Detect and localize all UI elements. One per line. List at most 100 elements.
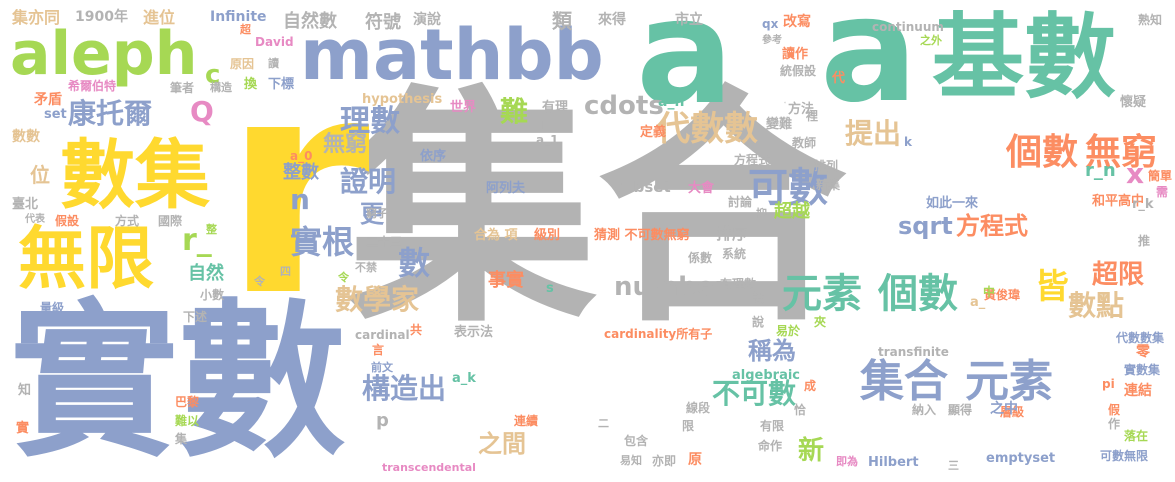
word: 懷疑 [1120,95,1147,110]
word: 元素 [965,356,1053,407]
word: Q [190,95,214,128]
word: 阿列夫 [486,181,526,196]
word: David [255,35,294,49]
word: 元素 [782,271,862,317]
word: 方程式 [734,153,771,167]
word: 定義 [640,125,667,140]
word: 希爾伯特 [68,79,117,93]
word: 整 [206,223,217,236]
word: 知 [18,383,32,398]
word: s [546,281,554,296]
word: 命作 [758,439,783,453]
word: 小數 [200,288,225,302]
word: 皆 [1035,267,1069,307]
word: 連結 [1124,383,1152,399]
word: 成 [804,379,817,393]
word: 構造出 [362,372,447,405]
word: algebraic [732,368,801,383]
word: k [904,135,912,149]
word: 讀 [268,57,279,70]
word: 自然數 [283,11,337,32]
word: cardinality所有子 [604,327,713,341]
word: 易於 [776,324,801,338]
word: 代數數集 [1116,331,1165,345]
word: 演說 [413,12,441,28]
word: 假 [1108,403,1121,417]
word: 顯得 [948,403,973,417]
word: 量級 [40,301,65,315]
word: qx [762,17,779,31]
word: 納入 [912,403,937,417]
word: 亦即 [652,454,677,468]
word: 代表 [25,214,45,225]
word: 三 [948,459,959,472]
word: 事實 [488,270,524,291]
word: 前文 [371,361,393,374]
word: subset [614,178,671,196]
word: 參考 [762,35,782,46]
word: 新 [798,436,825,466]
word: 臺北 [12,197,39,212]
word: 之中 [990,401,1018,417]
word: 排序 [716,224,749,243]
word: aleph [10,19,198,89]
word: a_n [658,94,685,110]
word: 證明 [340,165,397,198]
word: 需 [1156,185,1169,199]
word: 變難 [766,117,793,132]
word: 作 [1108,417,1121,431]
word: 數數 [12,129,40,145]
word: cdots [584,91,664,121]
word: 設 [752,291,765,305]
word: 合為 項 [474,228,518,243]
word: 無限 [18,220,155,299]
word: 之外 [920,34,942,47]
word: 實 [16,421,30,436]
word: 位 [30,163,50,187]
word: 無窮 [323,132,368,157]
word: 線段 [686,401,711,415]
word: 巴黎 [175,395,200,409]
word: 四 [280,265,291,278]
word: 如此一來 [926,196,979,211]
word: 數點 [1068,289,1125,322]
word: 窮子 [366,207,388,220]
word: emptyset [986,451,1056,466]
word: set [44,107,67,122]
word: 難以 [175,414,200,428]
word: continuum [872,20,944,34]
word: 代 [832,71,846,86]
word: 個數 [878,271,958,317]
word: 下標 [268,77,295,92]
word: pi [1102,377,1115,391]
word: 夾 [814,315,827,329]
word: 涉及 [784,103,786,104]
word: 原因 [230,57,255,71]
word: 級別 [534,228,561,243]
word: 數學家 [335,283,420,316]
word: 落在 [1124,429,1149,443]
word: 超限 [1092,260,1145,290]
word: 零 [1136,344,1150,360]
word: Infinite [210,9,267,25]
word: number [614,272,728,302]
word: 超越 [774,201,810,222]
word: 表示法 [454,325,494,340]
word: 之間 [478,430,526,458]
word: 代數數 [656,109,758,149]
word: a_k [452,371,476,386]
word: 大會 [688,181,715,196]
word: 新集 [816,178,841,192]
word: transfinite [878,345,949,359]
word: 集亦同 [12,8,61,27]
word: 排列 [814,159,839,173]
word: 有限 [760,419,785,433]
word: 假設 [55,214,80,228]
word: 猜測 不可數無窮 [594,228,690,243]
word: 實數集 [1124,363,1161,377]
word: 康托爾 [68,97,153,130]
word: 系統 [722,247,747,261]
word: 改寫 [783,14,811,30]
word: 基數 [932,4,1117,111]
word: a [820,0,918,135]
